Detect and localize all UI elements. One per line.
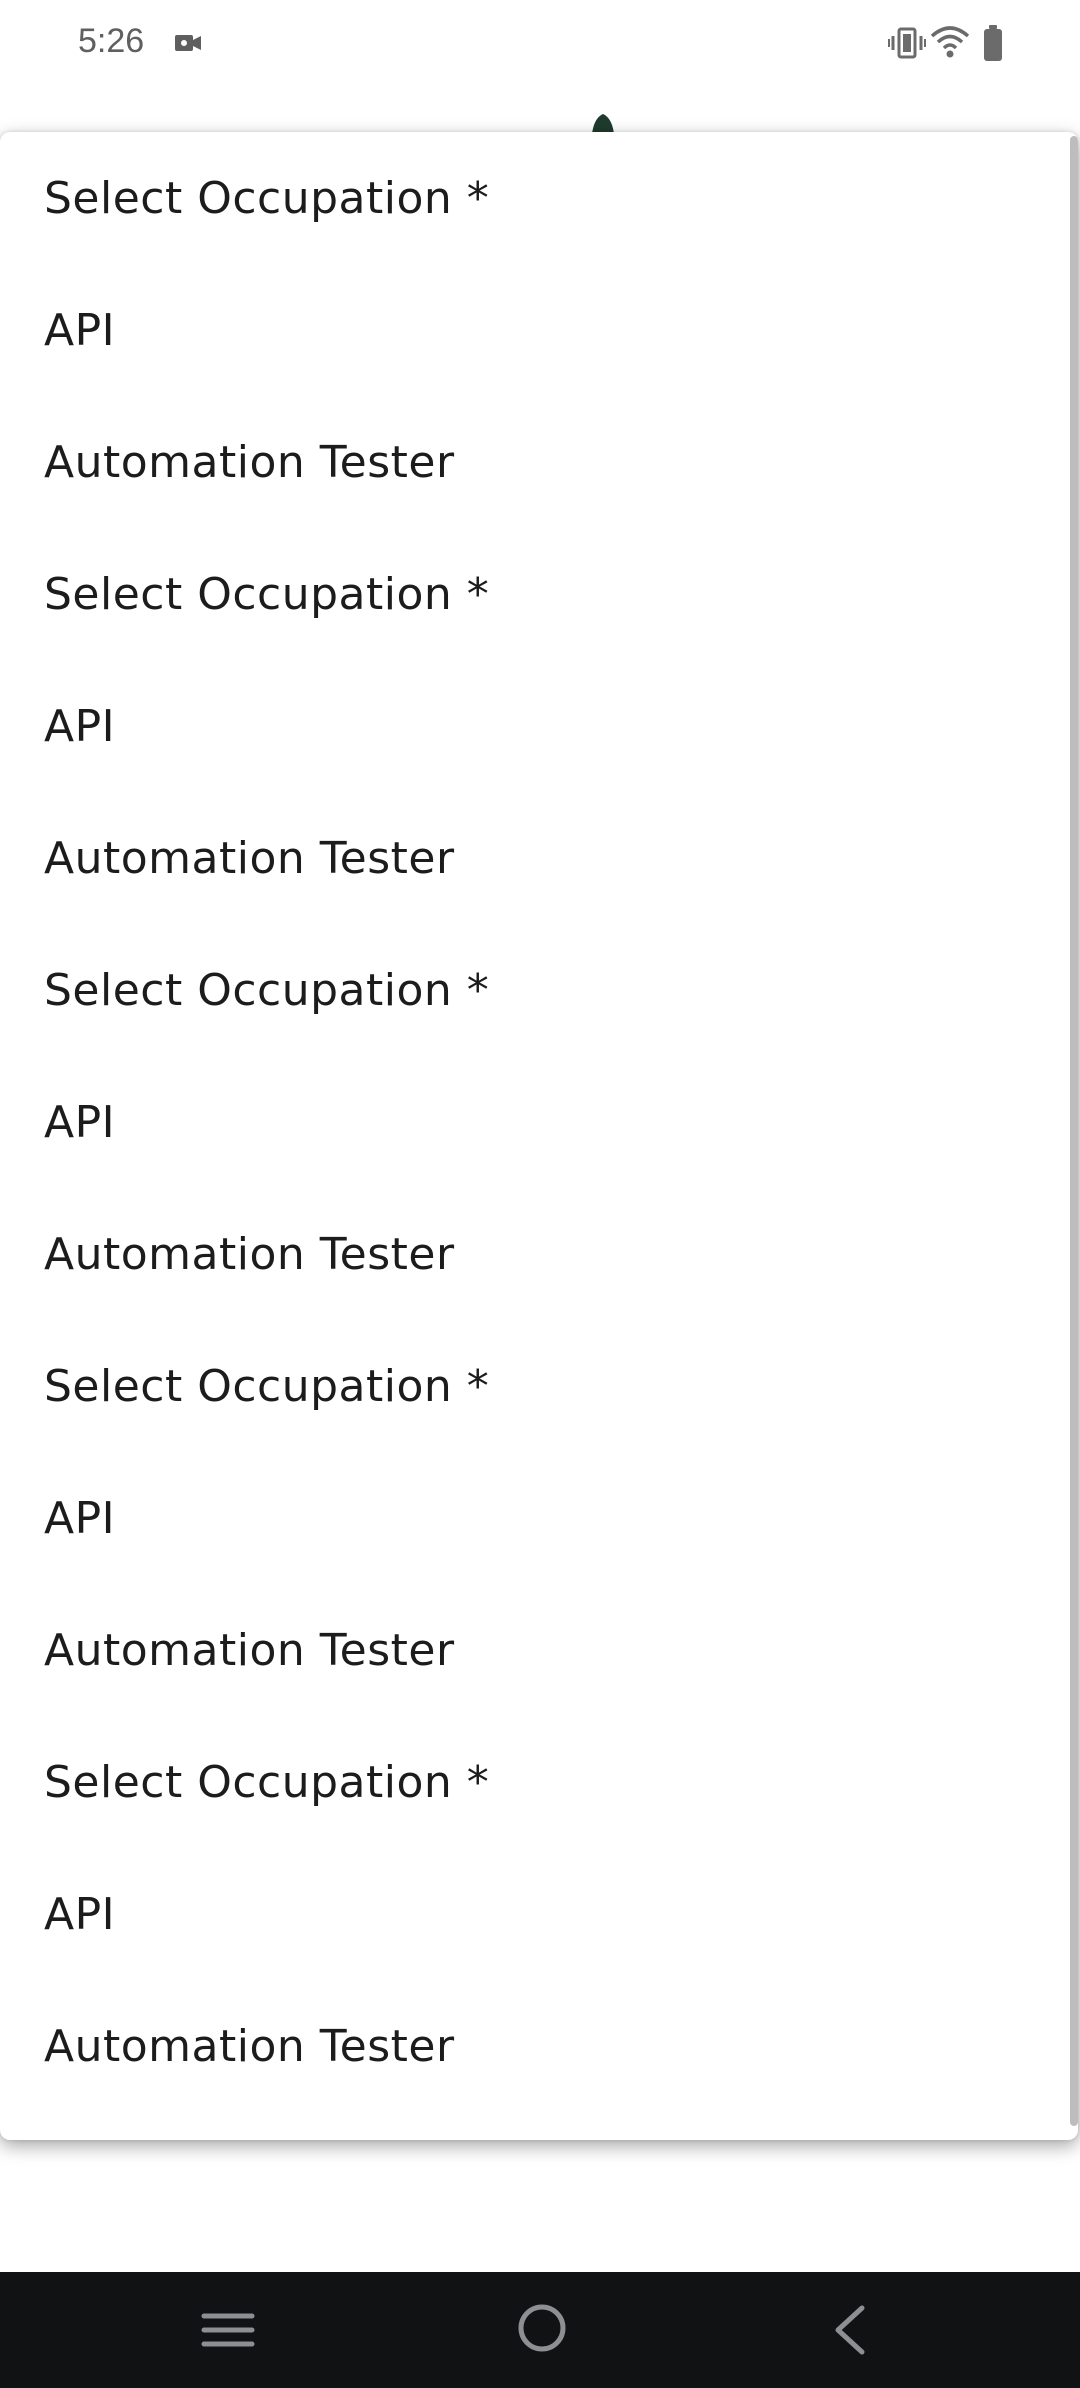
status-bar: 5:26: [0, 0, 1080, 90]
option-api[interactable]: API: [0, 264, 1078, 396]
option-select-occupation[interactable]: Select Occupation *: [0, 1320, 1078, 1452]
option-automation-tester[interactable]: Automation Tester: [0, 792, 1078, 924]
option-select-occupation[interactable]: Select Occupation *: [0, 924, 1078, 1056]
occupation-options-list: Select Occupation * API Automation Teste…: [0, 132, 1078, 2112]
back-icon[interactable]: [830, 2302, 870, 2358]
option-select-occupation[interactable]: Select Occupation *: [0, 528, 1078, 660]
app-logo-icon: [592, 114, 614, 134]
video-camera-icon: [175, 35, 201, 51]
option-automation-tester[interactable]: Automation Tester: [0, 1980, 1078, 2112]
option-automation-tester[interactable]: Automation Tester: [0, 396, 1078, 528]
option-api[interactable]: API: [0, 1848, 1078, 1980]
status-time: 5:26: [78, 22, 145, 60]
option-automation-tester[interactable]: Automation Tester: [0, 1188, 1078, 1320]
recents-icon[interactable]: [200, 2302, 256, 2358]
option-select-occupation[interactable]: Select Occupation *: [0, 132, 1078, 264]
occupation-dropdown-menu: Select Occupation * API Automation Teste…: [0, 132, 1078, 2140]
option-api[interactable]: API: [0, 1056, 1078, 1188]
option-api[interactable]: API: [0, 660, 1078, 792]
navigation-bar: [0, 2272, 1080, 2388]
vibrate-icon: [888, 27, 926, 59]
option-api[interactable]: API: [0, 1452, 1078, 1584]
home-icon[interactable]: [516, 2302, 568, 2354]
option-select-occupation[interactable]: Select Occupation *: [0, 1716, 1078, 1848]
battery-icon: [984, 25, 1002, 61]
option-automation-tester[interactable]: Automation Tester: [0, 1584, 1078, 1716]
scrollbar[interactable]: [1070, 136, 1078, 2126]
wifi-icon: [930, 26, 970, 58]
